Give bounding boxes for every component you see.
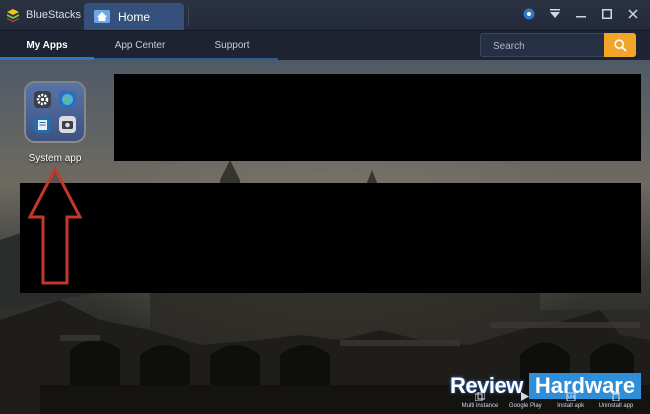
tab-home-label: Home <box>118 9 151 24</box>
search-button[interactable] <box>604 33 636 57</box>
install-apk-icon: APK <box>566 392 576 401</box>
app-name: BlueStacks <box>26 9 82 21</box>
tab-support-label: Support <box>214 40 250 51</box>
dock-multi-instance[interactable]: Multi instance <box>458 390 502 412</box>
bluestacks-logo-icon <box>7 9 19 22</box>
red-arrow-annotation <box>28 167 82 285</box>
tab-my-apps[interactable]: My Apps <box>0 31 94 60</box>
dock-uninstall-app[interactable]: Uninstall app <box>594 390 638 412</box>
menu-dropdown-icon[interactable] <box>548 7 562 21</box>
search-icon <box>613 38 627 52</box>
tab-app-center[interactable]: App Center <box>94 31 186 60</box>
dock-label: Install apk <box>557 403 585 409</box>
dock-label: Multi instance <box>461 403 499 409</box>
system-app-icon[interactable] <box>26 83 84 141</box>
files-icon <box>34 116 51 133</box>
tab-divider <box>188 6 189 26</box>
title-bar: BlueStacks Home <box>0 0 650 31</box>
search-input[interactable] <box>491 37 605 55</box>
camera-icon <box>59 116 76 133</box>
tab-app-center-label: App Center <box>114 40 166 51</box>
settings-gear-icon <box>34 91 51 108</box>
account-icon[interactable] <box>522 7 536 21</box>
maximize-icon[interactable] <box>600 7 614 21</box>
main-area: System app Review Hardware Multi instanc… <box>0 60 650 414</box>
uninstall-app-icon <box>611 392 620 401</box>
tab-support[interactable]: Support <box>186 31 278 60</box>
multi-instance-icon <box>475 392 485 401</box>
nav-bar: My Apps App Center Support <box>0 31 650 60</box>
redacted-region <box>20 183 641 293</box>
dock-google-play[interactable]: Google Play <box>503 390 547 412</box>
tab-home[interactable]: Home <box>84 3 184 30</box>
home-icon <box>94 10 110 23</box>
close-icon[interactable] <box>626 7 640 21</box>
minimize-icon[interactable] <box>574 7 588 21</box>
tab-my-apps-label: My Apps <box>26 40 68 51</box>
dock-label: Google Play <box>508 403 542 409</box>
dock-label: Uninstall app <box>598 403 634 409</box>
redacted-region <box>114 74 641 161</box>
bottom-dock: Multi instance Google Play APK Install a… <box>456 390 640 412</box>
dock-install-apk[interactable]: APK Install apk <box>549 390 593 412</box>
brand: BlueStacks <box>6 7 81 23</box>
search-box <box>480 33 636 57</box>
google-play-icon <box>521 392 530 401</box>
system-app-label: System app <box>28 153 82 164</box>
svg-text:APK: APK <box>566 395 576 401</box>
browser-globe-icon <box>59 91 76 108</box>
window-controls <box>522 7 640 21</box>
